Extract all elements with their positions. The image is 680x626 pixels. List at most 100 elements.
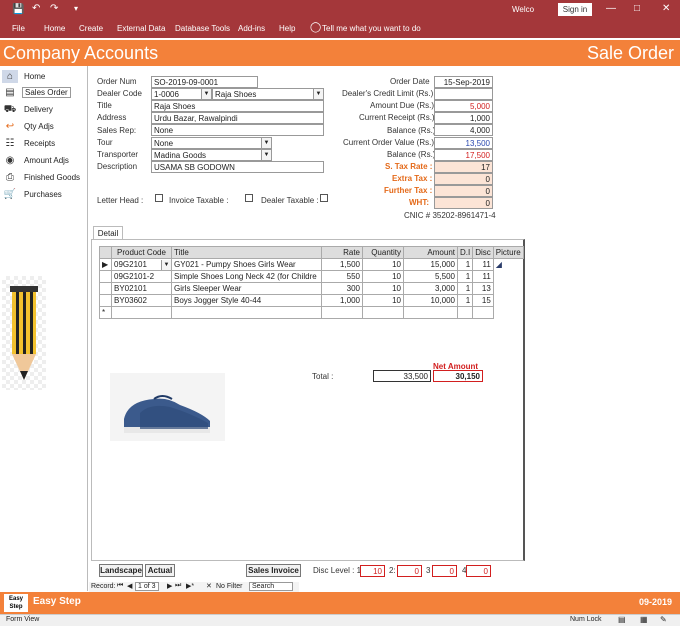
- sign-in-button[interactable]: Sign in: [558, 3, 592, 16]
- chevron-down-icon[interactable]: ▼: [261, 150, 271, 160]
- disc-level-4-field[interactable]: 0: [466, 565, 491, 577]
- col-amount[interactable]: Amount: [403, 246, 458, 259]
- col-rate[interactable]: Rate: [321, 246, 363, 259]
- sales-invoice-button[interactable]: Sales Invoice: [246, 564, 301, 577]
- order-lines-grid[interactable]: Product Code Title Rate Quantity Amount …: [99, 246, 524, 319]
- new-record-icon[interactable]: ▶*: [186, 582, 194, 590]
- amount-cell[interactable]: 15,000: [403, 258, 458, 271]
- sidebar-item-finished-goods[interactable]: ⎙ Finished Goods: [2, 171, 82, 185]
- sidebar-item-amount-adjs[interactable]: ◉ Amount Adjs: [2, 154, 82, 168]
- col-disc[interactable]: Disc: [472, 246, 494, 259]
- first-record-icon[interactable]: ⏮: [117, 582, 123, 590]
- chevron-down-icon[interactable]: ▼: [161, 260, 171, 270]
- sidebar-item-purchases[interactable]: 🛒 Purchases: [2, 188, 82, 202]
- previous-record-icon[interactable]: ◀: [127, 582, 132, 590]
- new-quantity-cell[interactable]: [362, 306, 404, 319]
- balance-field[interactable]: 4,000: [434, 124, 493, 136]
- table-row[interactable]: 09G2101-2 Simple Shoes Long Neck 42 (for…: [99, 270, 524, 283]
- tab-create[interactable]: Create: [79, 24, 103, 33]
- col-picture[interactable]: Picture: [492, 246, 524, 259]
- undo-icon[interactable]: ↶: [32, 3, 40, 14]
- rate-cell[interactable]: 1,500: [321, 258, 363, 271]
- new-disc-cell[interactable]: [472, 306, 494, 319]
- di-cell[interactable]: 1: [456, 270, 474, 283]
- title-cell[interactable]: Simple Shoes Long Neck 42 (for Childre: [171, 270, 322, 283]
- chevron-down-icon[interactable]: ▼: [201, 89, 211, 99]
- title-field[interactable]: Raja Shoes: [151, 100, 324, 112]
- design-view-icon[interactable]: ✎: [660, 615, 667, 624]
- rate-cell[interactable]: 300: [321, 282, 363, 295]
- title-cell[interactable]: Girls Sleeper Wear: [171, 282, 322, 295]
- title-cell[interactable]: Boys Jogger Style 40-44: [171, 294, 322, 307]
- sidebar-item-home[interactable]: ⌂ Home: [2, 70, 82, 84]
- rate-cell[interactable]: 550: [321, 270, 363, 283]
- customize-toolbar-icon[interactable]: ▾: [74, 4, 78, 13]
- di-cell[interactable]: 1: [456, 282, 474, 295]
- tab-help[interactable]: Help: [279, 24, 295, 33]
- tab-detail[interactable]: Detail: [93, 226, 123, 240]
- close-icon[interactable]: ✕: [662, 3, 670, 14]
- row-selector[interactable]: [99, 270, 112, 283]
- datasheet-view-icon[interactable]: ▦: [640, 615, 648, 624]
- disc-cell[interactable]: 15: [472, 294, 494, 307]
- quantity-cell[interactable]: 10: [362, 258, 404, 271]
- new-record-row[interactable]: *: [99, 306, 524, 319]
- disc-level-1-field[interactable]: 10: [360, 565, 385, 577]
- next-record-icon[interactable]: ▶: [167, 582, 172, 590]
- tour-combo[interactable]: None ▼: [151, 137, 272, 149]
- credit-limit-field[interactable]: [434, 88, 493, 100]
- new-product-code-cell[interactable]: [111, 306, 172, 319]
- tab-add-ins[interactable]: Add-ins: [238, 24, 265, 33]
- dealer-taxable-checkbox[interactable]: [320, 194, 328, 202]
- new-di-cell[interactable]: [456, 306, 474, 319]
- col-di[interactable]: D.I: [456, 246, 474, 259]
- product-code-cell[interactable]: 09G2101 ▼: [111, 258, 172, 271]
- disc-cell[interactable]: 13: [472, 282, 494, 295]
- table-row[interactable]: BY02101 Girls Sleeper Wear 300 10 3,000 …: [99, 282, 524, 295]
- filter-icon[interactable]: ✕: [206, 582, 212, 590]
- landscape-button[interactable]: Landscape: [99, 564, 143, 577]
- new-title-cell[interactable]: [171, 306, 322, 319]
- actual-button[interactable]: Actual: [145, 564, 175, 577]
- order-date-field[interactable]: 15-Sep-2019: [434, 76, 493, 88]
- invoice-taxable-checkbox[interactable]: [245, 194, 253, 202]
- title-cell[interactable]: GY021 - Pumpy Shoes Girls Wear: [171, 258, 322, 271]
- disc-level-2-field[interactable]: 0: [397, 565, 422, 577]
- di-cell[interactable]: 1: [456, 258, 474, 271]
- row-selector-current[interactable]: ▶: [99, 258, 112, 271]
- product-code-cell[interactable]: BY02101: [111, 282, 172, 295]
- row-selector[interactable]: [99, 294, 112, 307]
- sidebar-item-sales-order[interactable]: ▤ Sales Order: [2, 86, 82, 100]
- table-row[interactable]: BY03602 Boys Jogger Style 40-44 1,000 10…: [99, 294, 524, 307]
- disc-cell[interactable]: 11: [472, 258, 494, 271]
- last-record-icon[interactable]: ⏭: [175, 582, 181, 590]
- tab-file[interactable]: File: [12, 24, 25, 33]
- product-code-cell[interactable]: 09G2101-2: [111, 270, 172, 283]
- search-box[interactable]: Search: [249, 582, 293, 591]
- row-selector[interactable]: [99, 282, 112, 295]
- amount-cell[interactable]: 3,000: [403, 282, 458, 295]
- tell-me-search[interactable]: Tell me what you want to do: [322, 24, 421, 33]
- transporter-combo[interactable]: Madina Goods ▼: [151, 149, 272, 161]
- amount-cell[interactable]: 5,500: [403, 270, 458, 283]
- tab-home[interactable]: Home: [44, 24, 65, 33]
- save-icon[interactable]: 💾: [12, 4, 24, 15]
- tab-database-tools[interactable]: Database Tools: [175, 24, 230, 33]
- address-field[interactable]: Urdu Bazar, Rawalpindi: [151, 112, 324, 124]
- quantity-cell[interactable]: 10: [362, 282, 404, 295]
- current-order-value-field[interactable]: 13,500: [434, 137, 493, 149]
- col-title[interactable]: Title: [171, 246, 322, 259]
- col-quantity[interactable]: Quantity: [362, 246, 404, 259]
- minimize-icon[interactable]: —: [606, 3, 616, 14]
- order-num-field[interactable]: SO-2019-09-0001: [151, 76, 258, 88]
- current-receipt-field[interactable]: 1,000: [434, 112, 493, 124]
- redo-icon[interactable]: ↷: [50, 3, 58, 14]
- total-field[interactable]: 33,500: [373, 370, 431, 382]
- rate-cell[interactable]: 1,000: [321, 294, 363, 307]
- amount-due-field[interactable]: 5,000: [434, 100, 493, 112]
- dealer-code-combo[interactable]: 1-0006 ▼: [151, 88, 212, 100]
- quantity-cell[interactable]: 10: [362, 294, 404, 307]
- sidebar-item-delivery[interactable]: ⛟ Delivery: [2, 103, 82, 117]
- disc-cell[interactable]: 11: [472, 270, 494, 283]
- product-code-cell[interactable]: BY03602: [111, 294, 172, 307]
